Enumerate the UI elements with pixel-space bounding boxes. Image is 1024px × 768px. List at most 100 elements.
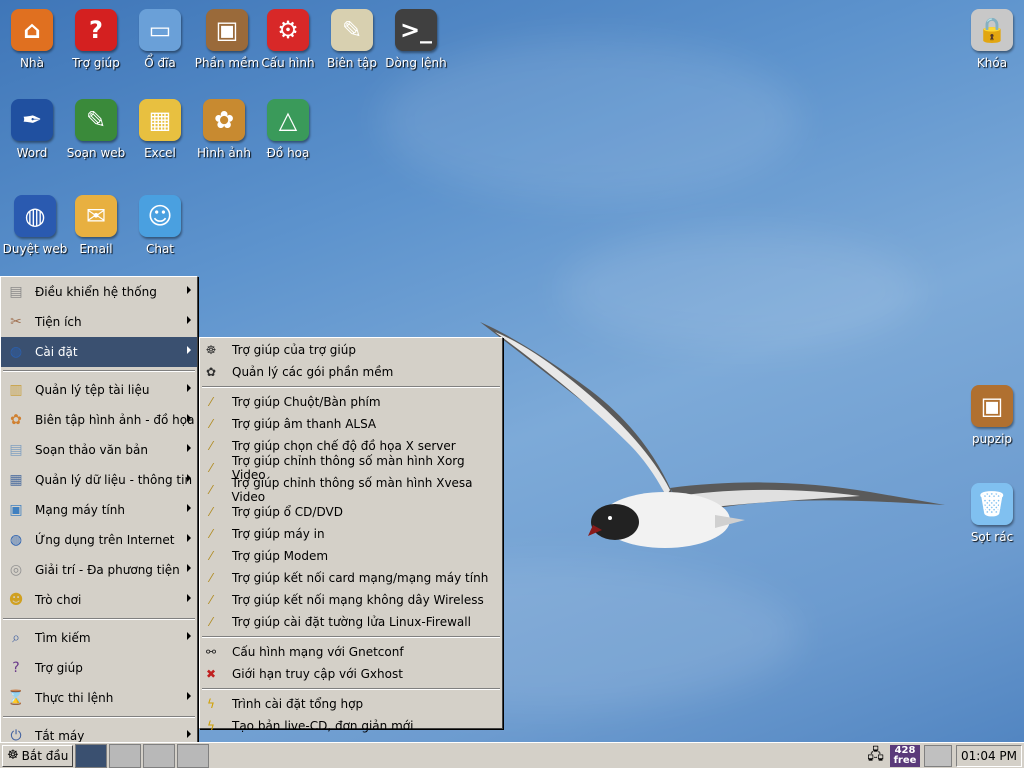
submenu-item[interactable]: ϟ Tạo bản live-CD, đơn giản mới	[200, 715, 502, 737]
submenu-item[interactable]: ⁄ Trợ giúp máy in	[200, 523, 502, 545]
submenu-item[interactable]: ⁄ Trợ giúp Modem	[200, 545, 502, 567]
icon-glyph: ▣	[206, 9, 248, 51]
submenu-item-label: Trợ giúp kết nối card mạng/mạng máy tính	[232, 571, 489, 585]
submenu-item[interactable]: ✿ Quản lý các gói phần mềm	[200, 361, 502, 383]
desktop-icon-chat[interactable]: ☺ Chat	[125, 192, 195, 256]
submenu-item[interactable]: ⁄ Trợ giúp chỉnh thông số màn hình Xvesa …	[200, 476, 502, 504]
submenu-item[interactable]: ⁄ Trợ giúp ổ CD/DVD	[200, 501, 502, 523]
start-menu-item-network[interactable]: ▣ Mạng máy tính	[1, 495, 197, 525]
submenu-item[interactable]: ⁄ Trợ giúp cài đặt tường lửa Linux-Firewa…	[200, 611, 502, 633]
start-button-label: Bắt đầu	[21, 748, 69, 763]
start-menu-item-multimedia[interactable]: ◎ Giải trí - Đa phương tiện	[1, 555, 197, 585]
multimedia-icon: ◎	[9, 562, 23, 578]
menu-separator	[3, 716, 195, 718]
lightning-icon: ϟ	[207, 697, 215, 711]
start-menu-item-data-manager[interactable]: ▦ Quản lý dữ liệu - thông tin	[1, 465, 197, 495]
utilities-icon: ✂	[10, 314, 22, 330]
menu-separator	[3, 618, 195, 620]
text-editor-icon: ✎	[328, 6, 376, 54]
start-menu-item-utilities[interactable]: ✂ Tiện ích	[1, 307, 197, 337]
desktop-icon-label: Chat	[145, 242, 175, 256]
games-icon: ☻	[8, 592, 24, 608]
file-manager-icon: ▥	[9, 382, 23, 398]
submenu-item[interactable]: ⁄ Trợ giúp kết nối mạng không dây Wireles…	[200, 589, 502, 611]
desktop-icon-word-processor[interactable]: ✒ Word	[0, 96, 67, 160]
submenu-item-label: Trợ giúp của trợ giúp	[232, 343, 356, 357]
start-menu-item-internet[interactable]: ◍ Ứng dụng trên Internet	[1, 525, 197, 555]
icon-glyph: ⌂	[11, 9, 53, 51]
submenu-item-label: Giới hạn truy cập với Gxhost	[232, 667, 403, 681]
icon-glyph: >_	[395, 9, 437, 51]
desktop-icon-spreadsheet[interactable]: ▦ Excel	[125, 96, 195, 160]
menu-separator	[202, 688, 500, 690]
desktop-icon-help[interactable]: ? Trợ giúp	[61, 6, 131, 70]
submenu-item-label: Trợ giúp chỉnh thông số màn hình Xvesa V…	[231, 476, 473, 504]
desktop-pager-3[interactable]	[143, 743, 176, 768]
submenu-item-label: Trình cài đặt tổng hợp	[232, 697, 364, 711]
software-package-icon: ▣	[203, 6, 251, 54]
submenu-item[interactable]: ϟ Trình cài đặt tổng hợp	[200, 693, 502, 715]
desktop-icon-trash[interactable]: 🗑 Sọt rác	[957, 480, 1024, 544]
desktop-icon-software-package[interactable]: ▣ Phần mềm	[192, 6, 262, 70]
start-menu-item-label: Trò chơi	[35, 593, 82, 607]
desktop-icon-label: Sọt rác	[970, 530, 1014, 544]
submenu-item[interactable]: ⚯ Cấu hình mạng với Gnetconf	[200, 641, 502, 663]
icon-glyph: ▣	[971, 385, 1013, 427]
network-status-icon[interactable]: 🖧	[867, 744, 884, 768]
start-menu-item-setup[interactable]: ◍ Cài đặt	[1, 337, 197, 367]
icon-glyph: ✎	[331, 9, 373, 51]
submenu-item[interactable]: ⁄ Trợ giúp âm thanh ALSA	[200, 413, 502, 435]
desktop-pager-1[interactable]	[75, 743, 108, 768]
start-menu-item-file-manager[interactable]: ▥ Quản lý tệp tài liệu	[1, 375, 197, 405]
submenu-arrow-icon	[187, 414, 191, 422]
desktop-icon-text-editor[interactable]: ✎ Biên tập	[317, 6, 387, 70]
start-menu: ▤ Điều khiển hệ thống ✂ Tiện ích ◍ Cài đặt ▥ Qu…	[0, 276, 198, 744]
start-menu-item-search[interactable]: ⌕ Tìm kiếm	[1, 623, 197, 653]
start-menu-item-label: Tiện ích	[35, 315, 82, 329]
clock[interactable]: 01:04 PM	[956, 745, 1022, 767]
desktop-icon-home[interactable]: ⌂ Nhà	[0, 6, 67, 70]
taskbar: ☸ Bắt đầu 🖧 428 free 01:04 PM	[0, 742, 1024, 768]
desktop-pager-4[interactable]	[177, 743, 210, 768]
home-icon: ⌂	[8, 6, 56, 54]
start-menu-item-graphics[interactable]: ✿ Biên tập hình ảnh - đồ họa	[1, 405, 197, 435]
submenu-item[interactable]: ☸ Trợ giúp của trợ giúp	[200, 339, 502, 361]
free-memory-label: free	[893, 755, 917, 766]
desktop-icon-drawing[interactable]: △ Đồ hoạ	[253, 96, 323, 160]
submenu-item[interactable]: ⁄ Trợ giúp Chuột/Bàn phím	[200, 391, 502, 413]
word-processor-icon: ✒	[8, 96, 56, 144]
desktop-pager-2[interactable]	[109, 743, 142, 768]
submenu-item-label: Trợ giúp kết nối mạng không dây Wireless	[232, 593, 484, 607]
start-menu-item-document[interactable]: ▤ Soạn thảo văn bản	[1, 435, 197, 465]
start-menu-item-help-book[interactable]: ? Trợ giúp	[1, 653, 197, 683]
desktop-icon-web-editor[interactable]: ✎ Soạn web	[61, 96, 131, 160]
start-menu-item-label: Cài đặt	[35, 345, 78, 359]
desktop-icon-label: Email	[79, 242, 113, 256]
submenu-arrow-icon	[187, 444, 191, 452]
desktop-icon-archive-box[interactable]: ▣ pupzip	[957, 382, 1024, 446]
start-menu-item-games[interactable]: ☻ Trò chơi	[1, 585, 197, 615]
help-icon: ?	[72, 6, 120, 54]
start-button[interactable]: ☸ Bắt đầu	[2, 744, 74, 767]
desktop-icon-usb-drive[interactable]: ▭ Ổ đĩa	[125, 6, 195, 70]
start-menu-item-system-control[interactable]: ▤ Điều khiển hệ thống	[1, 277, 197, 307]
desktop-icon-label: Biên tập	[326, 56, 378, 70]
start-menu-item-run-command[interactable]: ⌛ Thực thi lệnh	[1, 683, 197, 713]
desktop-icon-label: Dòng lệnh	[385, 56, 447, 70]
desktop-icon-paint-palette[interactable]: ✿ Hình ảnh	[189, 96, 259, 160]
submenu-arrow-icon	[187, 692, 191, 700]
submenu-item[interactable]: ✖ Giới hạn truy cập với Gxhost	[200, 663, 502, 685]
submenu-item[interactable]: ⁄ Trợ giúp kết nối card mạng/mạng máy tín…	[200, 567, 502, 589]
system-control-icon: ▤	[9, 284, 23, 300]
desktop-icon-config[interactable]: ⚙ Cấu hình	[253, 6, 323, 70]
desktop-icon-lock-screen[interactable]: 🔒 Khóa	[957, 6, 1024, 70]
system-tray: 🖧 428 free 01:04 PM	[867, 743, 1024, 768]
free-memory-indicator[interactable]: 428 free	[890, 745, 920, 767]
desktop-icon-globe[interactable]: ◍ Duyệt web	[0, 192, 70, 256]
drawing-icon: △	[264, 96, 312, 144]
icon-glyph: ✎	[75, 99, 117, 141]
desktop-icon-email[interactable]: ✉ Email	[61, 192, 131, 256]
config-icon: ⚙	[264, 6, 312, 54]
desktop-icon-label: Nhà	[20, 56, 44, 70]
desktop-icon-terminal[interactable]: >_ Dòng lệnh	[381, 6, 451, 70]
